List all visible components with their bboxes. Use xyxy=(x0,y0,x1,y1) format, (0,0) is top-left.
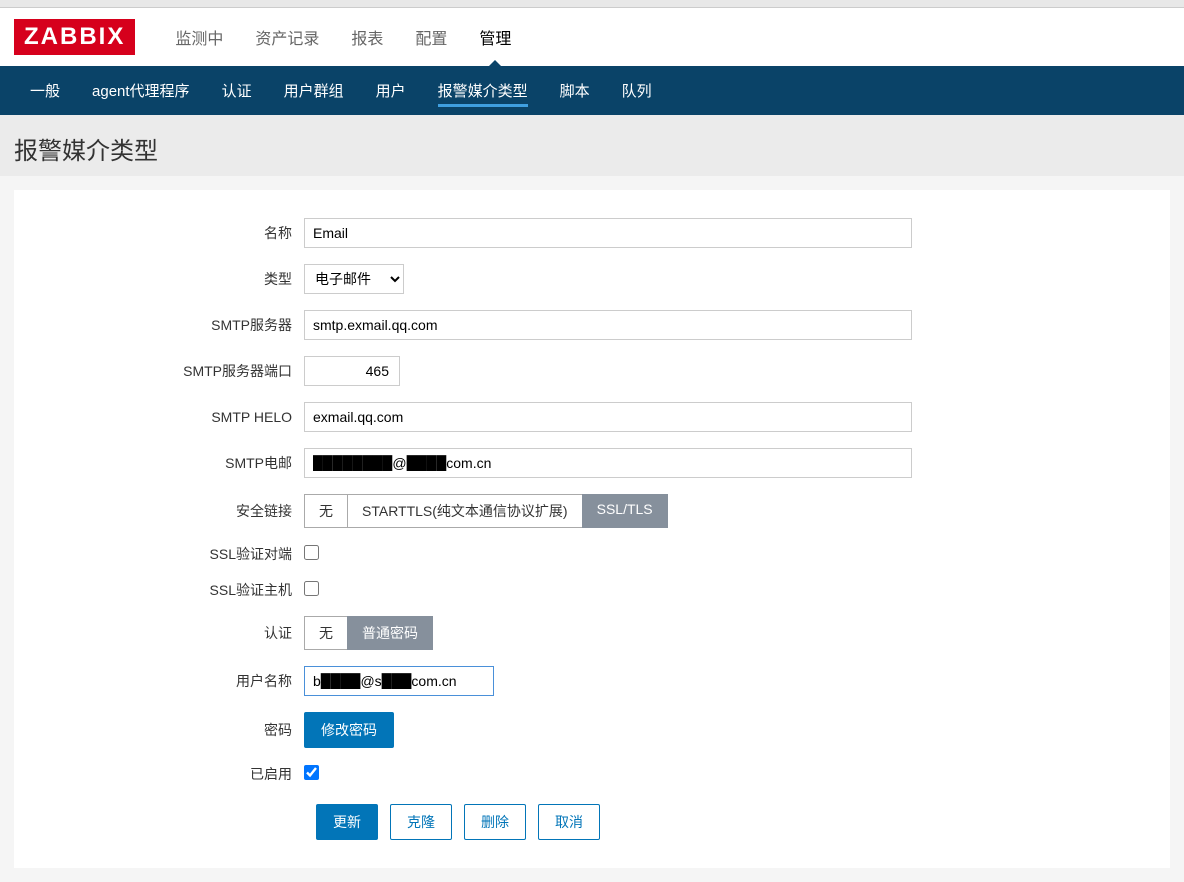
topnav-administration[interactable]: 管理 xyxy=(463,7,527,67)
smtp-server-label: SMTP服务器 xyxy=(34,315,304,335)
password-label: 密码 xyxy=(34,720,304,740)
top-navigation: 监测中 资产记录 报表 配置 管理 xyxy=(159,7,527,67)
update-button[interactable]: 更新 xyxy=(316,804,378,840)
subnav-authentication[interactable]: 认证 xyxy=(206,66,268,115)
row-enabled: 已启用 xyxy=(34,764,1150,784)
username-label: 用户名称 xyxy=(34,671,304,691)
security-starttls[interactable]: STARTTLS(纯文本通信协议扩展) xyxy=(347,494,583,528)
topnav-inventory[interactable]: 资产记录 xyxy=(239,7,335,67)
smtp-email-label: SMTP电邮 xyxy=(34,453,304,473)
row-password: 密码 修改密码 xyxy=(34,712,1150,748)
clone-button[interactable]: 克隆 xyxy=(390,804,452,840)
row-ssl-peer: SSL验证对端 xyxy=(34,544,1150,564)
row-smtp-server: SMTP服务器 xyxy=(34,310,1150,340)
delete-button[interactable]: 删除 xyxy=(464,804,526,840)
topnav-configuration[interactable]: 配置 xyxy=(399,7,463,67)
auth-none[interactable]: 无 xyxy=(304,616,348,650)
row-smtp-port: SMTP服务器端口 xyxy=(34,356,1150,386)
row-ssl-host: SSL验证主机 xyxy=(34,580,1150,600)
sub-navigation: 一般 agent代理程序 认证 用户群组 用户 报警媒介类型 脚本 队列 xyxy=(0,66,1184,115)
type-select[interactable]: 电子邮件 xyxy=(304,264,404,294)
auth-radio-group: 无 普通密码 xyxy=(304,616,1150,650)
content-area: 名称 类型 电子邮件 SMTP服务器 SMTP服务器端口 xyxy=(0,176,1184,882)
auth-password[interactable]: 普通密码 xyxy=(347,616,433,650)
smtp-helo-label: SMTP HELO xyxy=(34,409,304,425)
subnav-queue[interactable]: 队列 xyxy=(606,66,668,115)
ssl-host-checkbox[interactable] xyxy=(304,581,319,596)
form-panel: 名称 类型 电子邮件 SMTP服务器 SMTP服务器端口 xyxy=(14,190,1170,868)
smtp-server-input[interactable] xyxy=(304,310,912,340)
username-input[interactable] xyxy=(304,666,494,696)
action-buttons: 更新 克隆 删除 取消 xyxy=(316,804,1150,840)
subnav-scripts[interactable]: 脚本 xyxy=(544,66,606,115)
type-label: 类型 xyxy=(34,269,304,289)
row-smtp-helo: SMTP HELO xyxy=(34,402,1150,432)
topbar: ZABBIX 监测中 资产记录 报表 配置 管理 xyxy=(0,8,1184,66)
subnav-proxies[interactable]: agent代理程序 xyxy=(76,66,206,115)
smtp-port-label: SMTP服务器端口 xyxy=(34,361,304,381)
ssl-peer-label: SSL验证对端 xyxy=(34,544,304,564)
smtp-port-input[interactable] xyxy=(304,356,400,386)
name-input[interactable] xyxy=(304,218,912,248)
ssl-peer-checkbox[interactable] xyxy=(304,545,319,560)
row-type: 类型 电子邮件 xyxy=(34,264,1150,294)
row-security: 安全链接 无 STARTTLS(纯文本通信协议扩展) SSL/TLS xyxy=(34,494,1150,528)
topnav-reports[interactable]: 报表 xyxy=(335,7,399,67)
subnav-media-types[interactable]: 报警媒介类型 xyxy=(422,66,544,115)
row-username: 用户名称 xyxy=(34,666,1150,696)
row-smtp-email: SMTP电邮 xyxy=(34,448,1150,478)
ssl-host-label: SSL验证主机 xyxy=(34,580,304,600)
enabled-label: 已启用 xyxy=(34,764,304,784)
subnav-users[interactable]: 用户 xyxy=(360,66,422,115)
security-none[interactable]: 无 xyxy=(304,494,348,528)
security-label: 安全链接 xyxy=(34,501,304,521)
enabled-checkbox[interactable] xyxy=(304,765,319,780)
subnav-general[interactable]: 一般 xyxy=(14,66,76,115)
smtp-helo-input[interactable] xyxy=(304,402,912,432)
row-auth: 认证 无 普通密码 xyxy=(34,616,1150,650)
change-password-button[interactable]: 修改密码 xyxy=(304,712,394,748)
cancel-button[interactable]: 取消 xyxy=(538,804,600,840)
page-title: 报警媒介类型 xyxy=(14,131,1170,166)
auth-label: 认证 xyxy=(34,623,304,643)
page-header: 报警媒介类型 xyxy=(0,115,1184,176)
subnav-user-groups[interactable]: 用户群组 xyxy=(268,66,360,115)
row-name: 名称 xyxy=(34,218,1150,248)
smtp-email-input[interactable] xyxy=(304,448,912,478)
zabbix-logo[interactable]: ZABBIX xyxy=(14,19,135,55)
security-radio-group: 无 STARTTLS(纯文本通信协议扩展) SSL/TLS xyxy=(304,494,1150,528)
name-label: 名称 xyxy=(34,223,304,243)
security-ssltls[interactable]: SSL/TLS xyxy=(582,494,668,528)
topnav-monitoring[interactable]: 监测中 xyxy=(159,7,239,67)
